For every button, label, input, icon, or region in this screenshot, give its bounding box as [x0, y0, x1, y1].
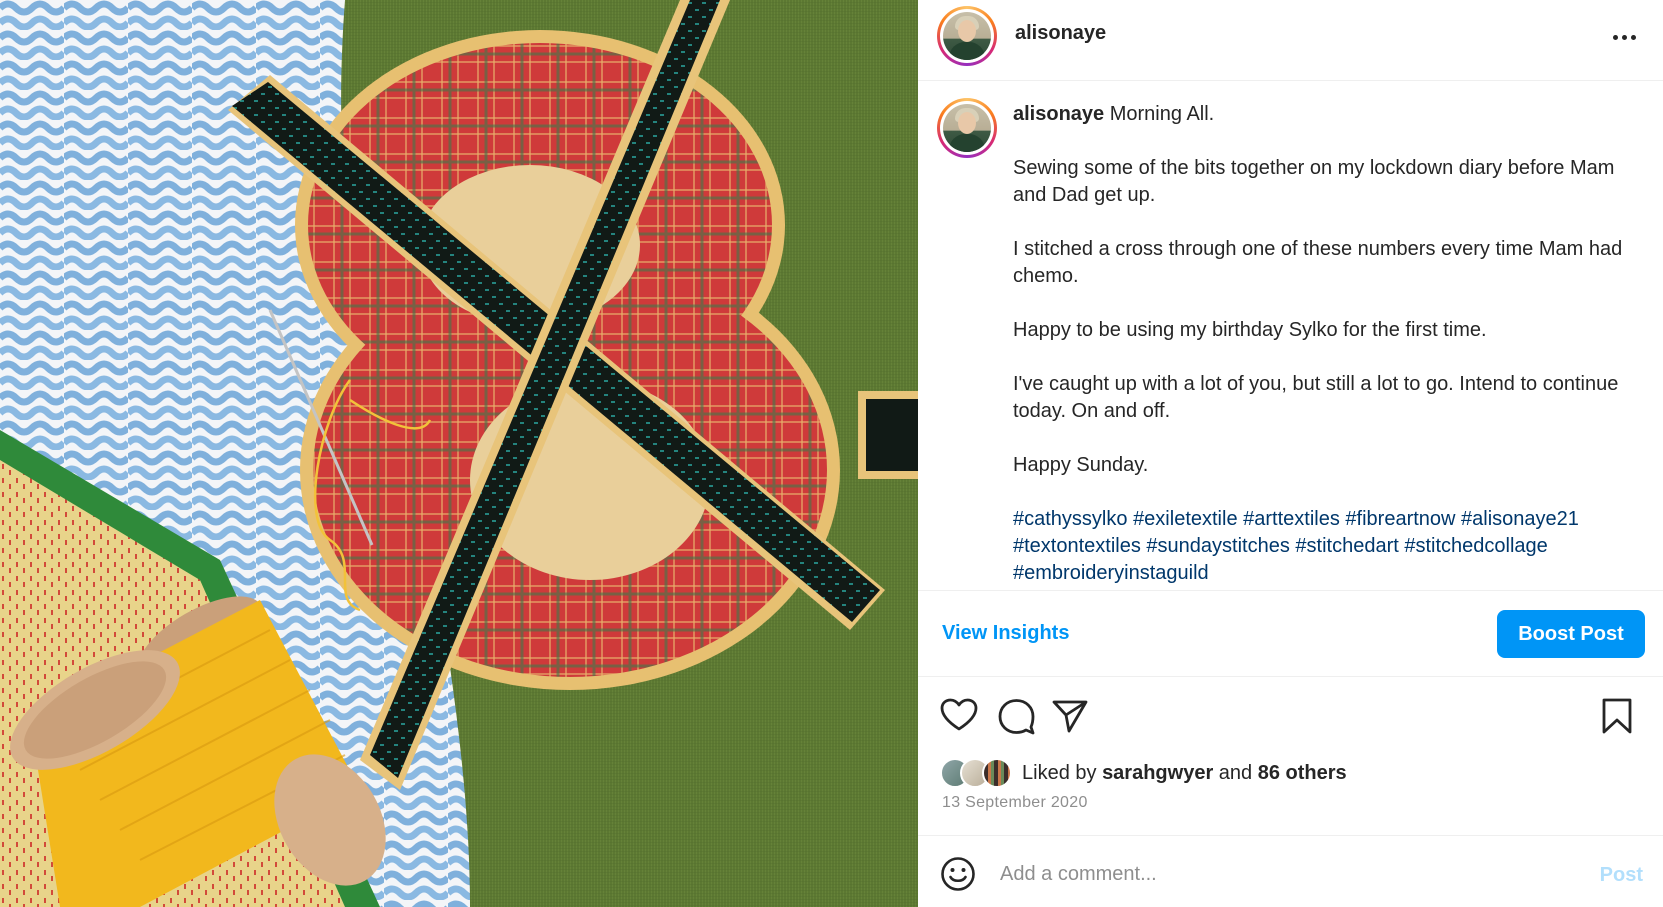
- bookmark-icon[interactable]: [1597, 696, 1637, 736]
- post-image[interactable]: [0, 0, 918, 907]
- hashtag-link[interactable]: #exiletextile: [1133, 508, 1238, 530]
- post-header: alisonaye: [918, 0, 1663, 81]
- hashtag-link[interactable]: #stitchedart: [1295, 535, 1398, 557]
- hashtag-link[interactable]: #fibreartnow: [1345, 508, 1455, 530]
- likes-summary: Liked by sarahgwyer and 86 others: [940, 758, 1347, 788]
- hashtag-link[interactable]: #alisonaye21: [1461, 508, 1579, 530]
- hashtag-link[interactable]: #stitchedcollage: [1404, 535, 1547, 557]
- post-comment-button[interactable]: Post: [1600, 864, 1643, 887]
- liked-by-prefix: Liked by: [1022, 761, 1097, 784]
- caption-paragraph: I've caught up with a lot of you, but st…: [1013, 373, 1619, 422]
- post-image-artwork: [0, 0, 918, 907]
- hashtags: #cathyssylko #exiletextile #arttextiles …: [1013, 506, 1643, 587]
- caption-paragraph: Happy to be using my birthday Sylko for …: [1013, 319, 1487, 341]
- hashtag-link[interactable]: #sundaystitches: [1146, 535, 1289, 557]
- caption-section: alisonaye Morning All. Sewing some of th…: [918, 82, 1663, 590]
- caption-intro: Morning All.: [1109, 103, 1215, 125]
- comment-bubble-icon[interactable]: [996, 696, 1036, 736]
- hashtag-link[interactable]: #textontextiles: [1013, 535, 1141, 557]
- heart-icon[interactable]: [939, 696, 979, 736]
- liker-avatars[interactable]: [940, 758, 1020, 788]
- avatar-photo: [943, 12, 991, 60]
- hashtag-link[interactable]: #embroideryinstaguild: [1013, 562, 1209, 584]
- hashtag-link[interactable]: #arttextiles: [1243, 508, 1340, 530]
- avatar[interactable]: [937, 6, 997, 66]
- caption-paragraph: Happy Sunday.: [1013, 454, 1149, 476]
- liked-by-user-link[interactable]: sarahgwyer: [1102, 762, 1213, 784]
- hashtag-link[interactable]: #cathyssylko: [1013, 508, 1128, 530]
- action-bar: [918, 690, 1663, 742]
- caption-avatar[interactable]: [937, 98, 997, 158]
- paper-plane-icon[interactable]: [1050, 696, 1090, 736]
- caption-username[interactable]: alisonaye: [1013, 103, 1104, 125]
- comment-input[interactable]: [1000, 854, 1540, 894]
- boost-post-button[interactable]: Boost Post: [1497, 610, 1645, 658]
- view-insights-link[interactable]: View Insights: [942, 622, 1069, 645]
- insights-bar: View Insights Boost Post: [918, 590, 1663, 677]
- header-username[interactable]: alisonaye: [1015, 22, 1106, 45]
- post-date[interactable]: 13 September 2020: [942, 794, 1088, 812]
- caption-avatar-photo: [943, 104, 991, 152]
- smiley-icon[interactable]: [940, 856, 976, 892]
- liked-by-text: Liked by sarahgwyer and 86 others: [1022, 762, 1347, 785]
- post-sidebar: alisonaye alisonaye Morning All. Sewing …: [918, 0, 1663, 907]
- comment-bar: Post: [918, 835, 1663, 907]
- caption-paragraph: Sewing some of the bits together on my l…: [1013, 157, 1615, 206]
- caption-text: alisonaye Morning All. Sewing some of th…: [1013, 101, 1643, 590]
- liked-by-joiner: and: [1218, 761, 1253, 784]
- more-options-icon[interactable]: [1609, 22, 1639, 52]
- liker-avatar: [982, 758, 1012, 788]
- likes-count-link[interactable]: 86 others: [1258, 762, 1347, 784]
- caption-paragraph: I stitched a cross through one of these …: [1013, 238, 1623, 287]
